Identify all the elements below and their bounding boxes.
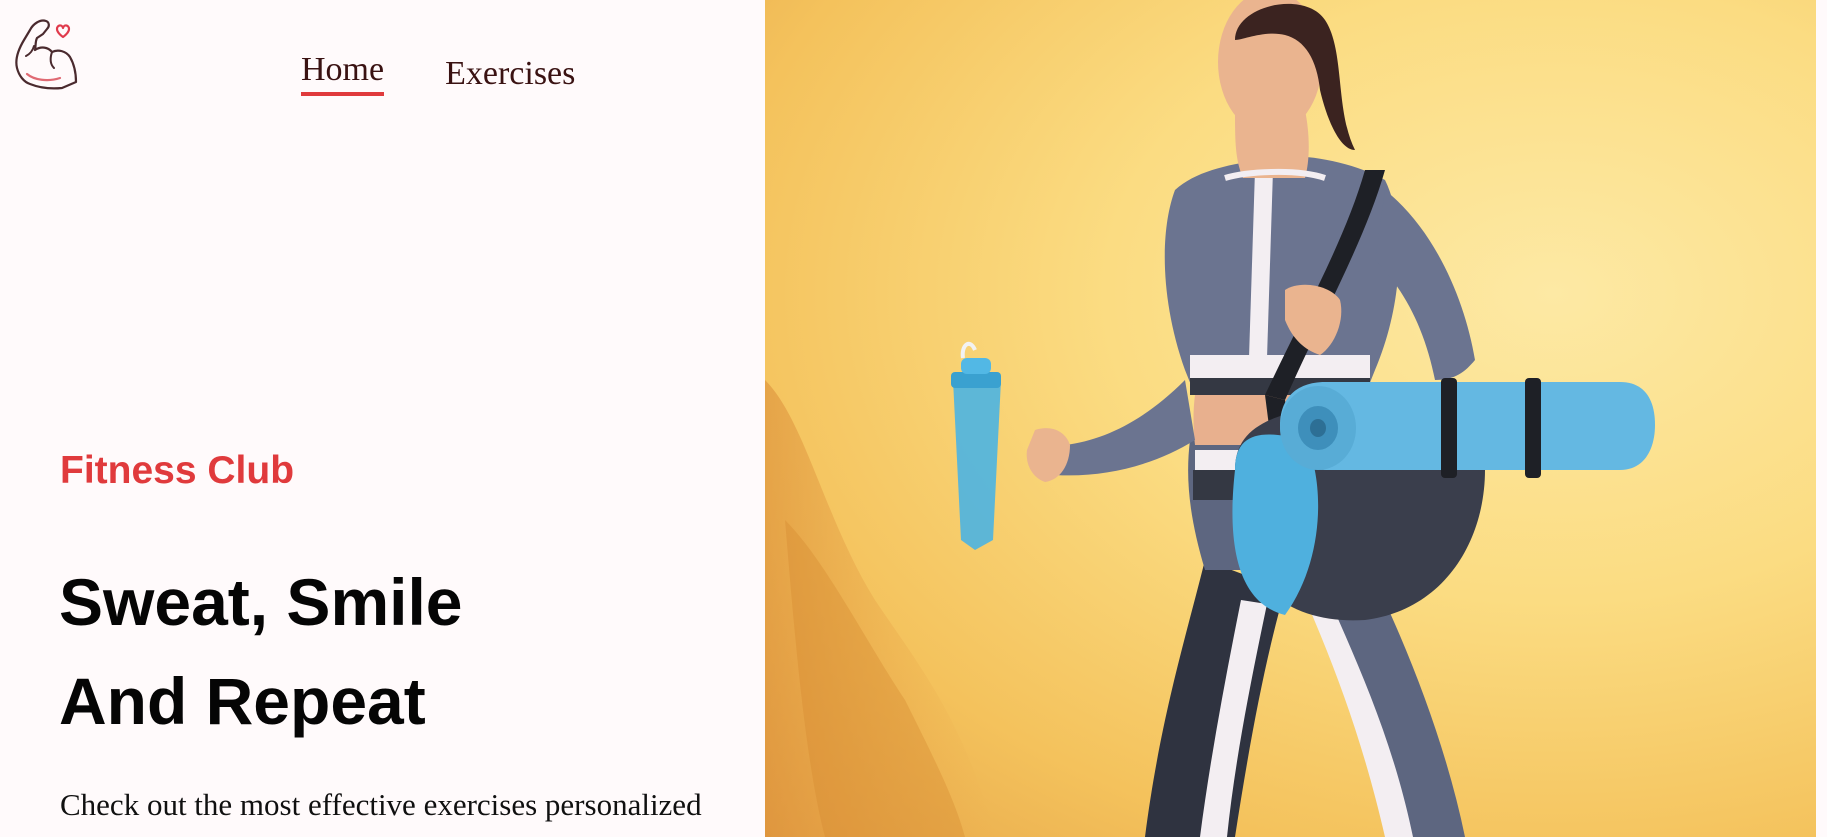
page: Home Exercises Fitness Club Sweat, Smile… (0, 0, 1827, 837)
woman-with-gym-bag-image (765, 0, 1655, 837)
nav-link-home[interactable]: Home (301, 50, 385, 96)
hero-headline-line-1: Sweat, Smile (59, 565, 463, 639)
page-edge (1816, 0, 1827, 837)
hero-eyebrow: Fitness Club (60, 449, 295, 492)
hero-headline: Sweat, Smile And Repeat (59, 553, 463, 751)
flexed-arm-heart-icon (15, 19, 78, 90)
main-nav: Home Exercises (301, 50, 575, 96)
logo-icon[interactable] (14, 16, 86, 90)
hero-headline-line-2: And Repeat (59, 664, 426, 738)
nav-link-exercises[interactable]: Exercises (445, 54, 575, 94)
hero-subtext: Check out the most effective exercises p… (60, 787, 702, 822)
hero-image (765, 0, 1816, 837)
